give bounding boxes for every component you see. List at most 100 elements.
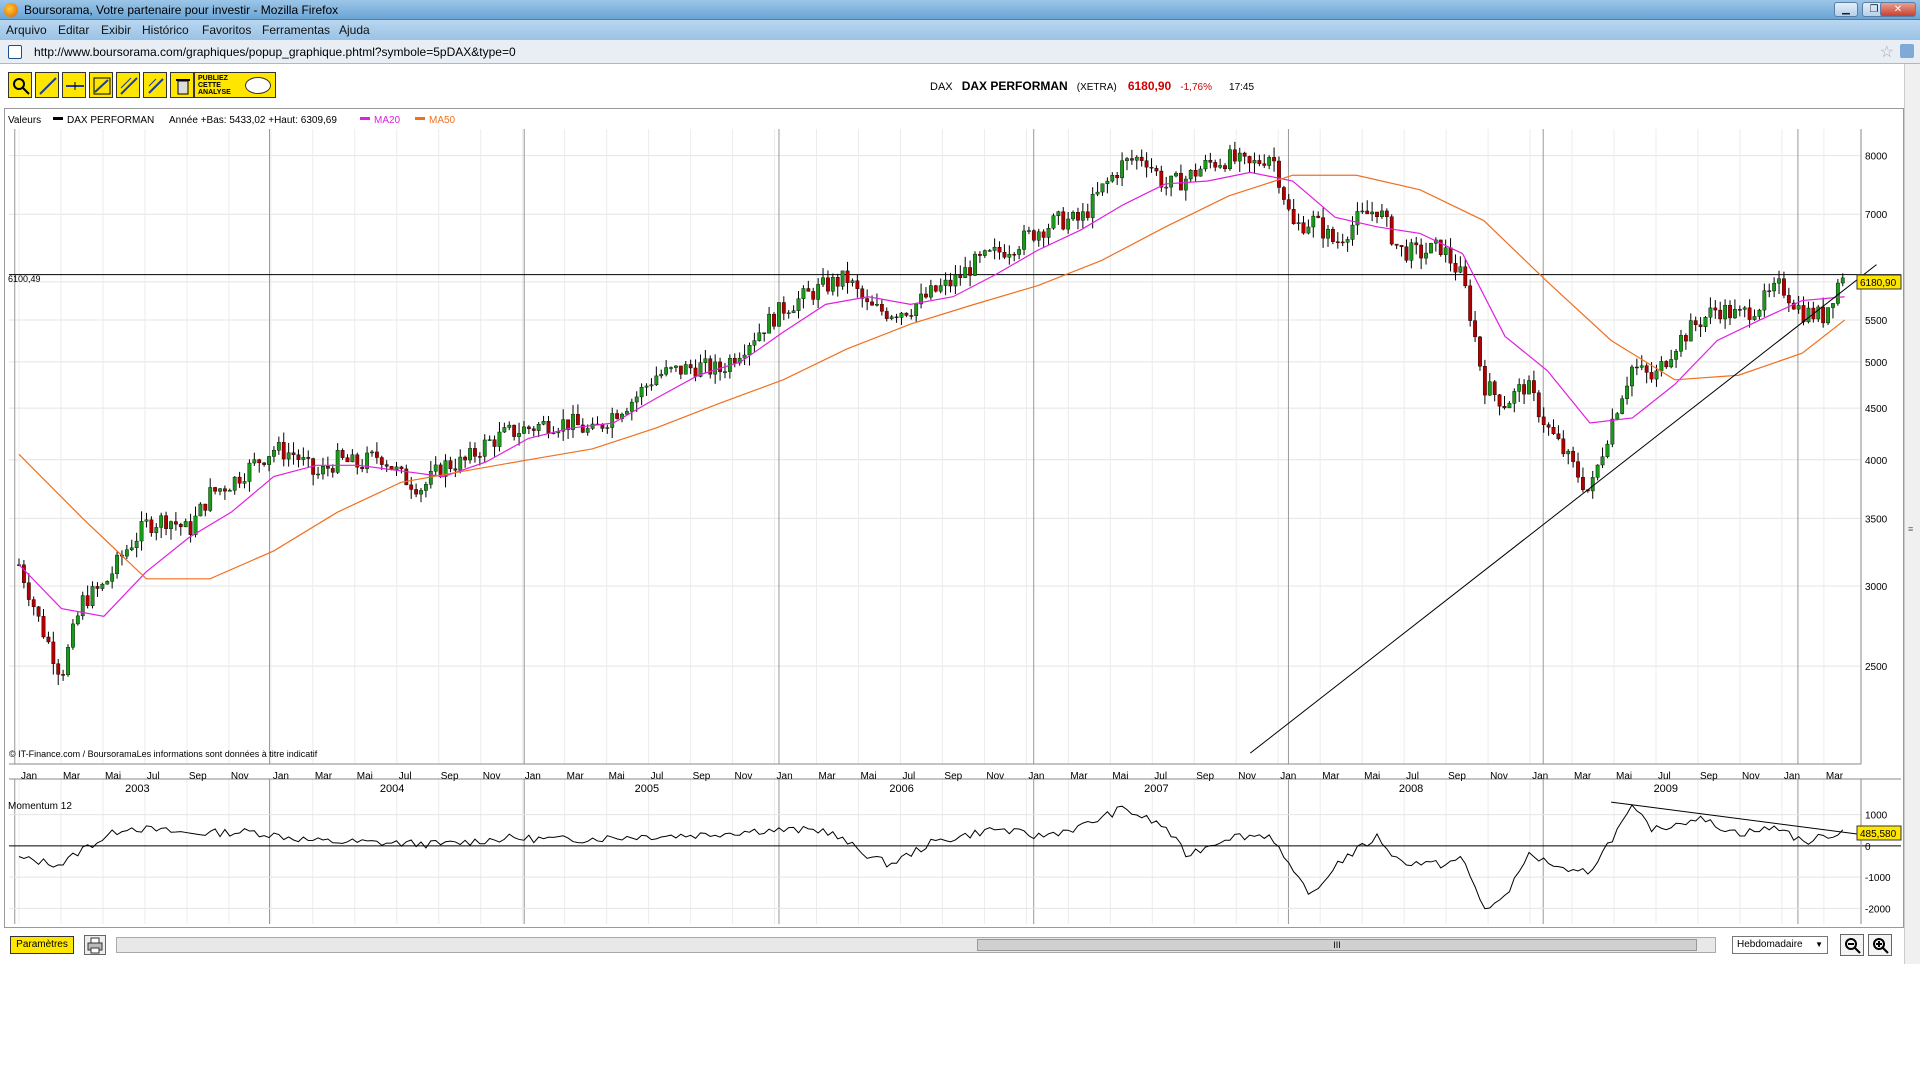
source-note: © IT-Finance.com / BoursoramaLes informa… — [9, 749, 318, 759]
candle-down — [1414, 242, 1419, 246]
candle-down — [772, 313, 776, 327]
y-tick-label: 4500 — [1865, 404, 1888, 415]
candle-up — [585, 428, 590, 433]
candle-up — [767, 313, 771, 334]
candle-down — [1786, 295, 1791, 304]
candle-down — [51, 641, 56, 664]
candle-down — [870, 301, 874, 306]
candle-up — [276, 442, 281, 451]
candle-down — [1076, 212, 1080, 221]
menu-ferramentas[interactable]: Ferramentas — [262, 23, 330, 37]
close-button[interactable]: ✕ — [1880, 2, 1916, 17]
candle-down — [1463, 266, 1468, 287]
candle-up — [316, 473, 320, 476]
time-scroll-thumb[interactable]: III — [977, 939, 1697, 951]
legend-ma50: MA50 — [429, 115, 456, 126]
candle-down — [978, 253, 982, 256]
zoom-out-button[interactable] — [1840, 934, 1864, 956]
candle-down — [1242, 152, 1247, 157]
candle-down — [31, 599, 36, 608]
x-month-label: Mai — [1364, 771, 1380, 782]
candle-up — [1370, 211, 1375, 215]
candle-down — [448, 460, 453, 469]
candle-up — [1708, 307, 1713, 318]
menu-editar[interactable]: Editar — [58, 23, 89, 37]
horizontal-line-tool-button[interactable] — [62, 72, 86, 98]
candle-up — [1762, 290, 1767, 311]
channel-tool-button[interactable] — [89, 72, 113, 98]
parallel-tool-button[interactable] — [143, 72, 167, 98]
delete-drawings-button[interactable] — [170, 72, 194, 98]
candle-up — [301, 457, 306, 460]
x-month-label: Mai — [1112, 771, 1128, 782]
menu-favoritos[interactable]: Favoritos — [202, 23, 251, 37]
x-month-label: Sep — [1448, 771, 1466, 782]
y-tick-label: 8000 — [1865, 152, 1888, 163]
fibonacci-tool-button[interactable] — [116, 72, 140, 98]
candle-down — [1257, 160, 1262, 164]
url-field[interactable]: http://www.boursorama.com/graphiques/pop… — [34, 45, 516, 59]
candle-up — [1120, 160, 1124, 179]
x-month-label: Nov — [1742, 771, 1760, 782]
candle-down — [1193, 170, 1198, 177]
candle-down — [384, 464, 389, 467]
candle-up — [1424, 252, 1428, 259]
menu-exibir[interactable]: Exibir — [101, 23, 131, 37]
chart-container[interactable]: -2000 -1000 0 1000 2500 3000 3500 4000 4500 5000… — [4, 108, 1920, 928]
candle-up — [242, 481, 247, 484]
candle-down — [1301, 222, 1306, 234]
zoom-tool-button[interactable] — [8, 72, 32, 98]
candle-down — [262, 462, 267, 465]
candle-down — [879, 304, 884, 312]
parameters-button[interactable]: Paramètres — [10, 936, 74, 954]
candle-up — [232, 476, 237, 491]
candle-down — [933, 285, 938, 292]
x-month-label: Jan — [777, 771, 793, 782]
zoom-in-button[interactable] — [1868, 934, 1892, 956]
x-month-label: Mai — [609, 771, 625, 782]
scroll-grip-icon[interactable]: ≡ — [1908, 524, 1913, 534]
candle-up — [713, 361, 718, 375]
publish-analysis-button[interactable]: PUBLIEZ CETTE ANALYSE — [194, 72, 276, 98]
minimize-button[interactable]: ▁ — [1834, 2, 1858, 17]
legend-ma20: MA20 — [374, 115, 401, 126]
x-month-label: Jul — [399, 771, 412, 782]
candle-up — [928, 285, 933, 298]
period-select[interactable]: Hebdomadaire ▼ — [1732, 936, 1828, 954]
candle-up — [129, 547, 134, 550]
momentum-title: Momentum 12 — [8, 801, 72, 812]
candle-down — [1232, 149, 1237, 162]
y-tick-label: 4000 — [1865, 456, 1888, 467]
menu-ajuda[interactable]: Ajuda — [339, 23, 370, 37]
candle-up — [536, 424, 541, 431]
y-tick-label: 3500 — [1865, 514, 1888, 525]
candle-down — [1683, 335, 1688, 342]
candle-up — [139, 521, 144, 542]
x-month-label: Mai — [1616, 771, 1632, 782]
menu-historico[interactable]: Histórico — [142, 23, 189, 37]
page-favicon-icon — [8, 45, 22, 59]
candle-down — [997, 246, 1002, 253]
candle-up — [1350, 224, 1355, 240]
candle-up — [1252, 160, 1257, 164]
candle-up — [154, 527, 159, 533]
candle-up — [1218, 165, 1223, 168]
candle-down — [678, 365, 683, 375]
candle-down — [188, 521, 193, 535]
x-month-label: Jan — [1280, 771, 1296, 782]
vertical-scrollbar[interactable]: ≡ — [1904, 64, 1920, 964]
bookmark-star-icon[interactable]: ☆ — [1880, 42, 1894, 62]
candle-down — [223, 488, 227, 492]
candle-down — [1767, 290, 1772, 292]
print-button[interactable] — [84, 935, 106, 955]
menu-arquivo[interactable]: Arquivo — [6, 23, 47, 37]
candle-down — [22, 564, 26, 583]
time-scrollbar[interactable]: III — [116, 937, 1716, 953]
candle-up — [90, 586, 95, 606]
candle-down — [379, 457, 384, 465]
fibonacci-tool-icon — [120, 77, 138, 95]
candle-down — [1330, 228, 1335, 242]
candle-down — [1247, 156, 1252, 164]
candle-up — [1772, 282, 1777, 292]
trendline-tool-button[interactable] — [35, 72, 59, 98]
